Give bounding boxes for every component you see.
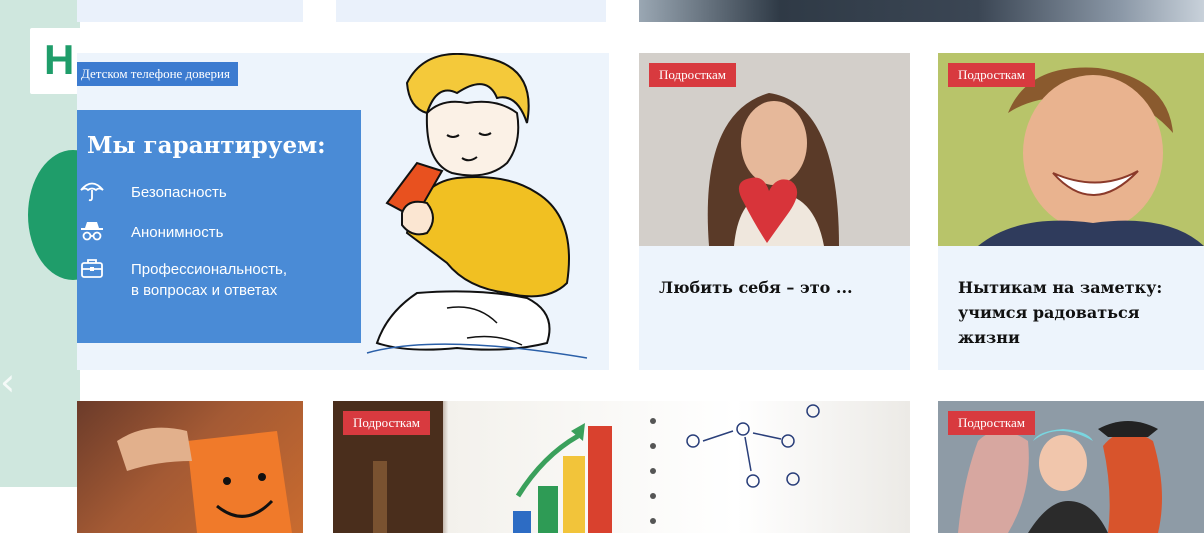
incognito-icon xyxy=(81,222,103,241)
paper-smiley-image xyxy=(117,427,292,533)
briefcase-icon xyxy=(81,259,103,278)
card-partial[interactable] xyxy=(336,0,606,22)
umbrella-icon xyxy=(80,182,104,202)
hero-banner[interactable]: Детском телефоне доверия Мы гарантируем:… xyxy=(77,53,609,370)
guarantee-heading: Мы гарантируем: xyxy=(87,132,326,159)
article-card[interactable]: Подросткам xyxy=(333,401,910,533)
article-card[interactable]: Подросткам xyxy=(938,401,1204,533)
card-image-partial[interactable] xyxy=(639,0,1204,22)
side-banner: Н ‹ xyxy=(0,0,118,487)
page: Н ‹ Детском телефоне доверия Мы гарантир… xyxy=(0,0,1204,533)
boy-with-phone-illustration xyxy=(366,53,588,359)
article-title[interactable]: Любить себя – это ... xyxy=(659,275,894,300)
category-badge[interactable]: Подросткам xyxy=(948,63,1036,87)
category-badge[interactable]: Подросткам xyxy=(343,411,431,435)
banner-ribbon: Детском телефоне доверия xyxy=(77,62,238,86)
article-card[interactable]: Подросткам Любить себя – это ... xyxy=(639,53,910,370)
article-title[interactable]: Нытикам на заметку: учимся радоваться жи… xyxy=(958,275,1188,350)
article-card[interactable] xyxy=(77,401,303,533)
guarantee-panel: Мы гарантируем: Безопасность Анонимность xyxy=(77,110,361,343)
category-badge[interactable]: Подросткам xyxy=(649,63,737,87)
card-partial[interactable] xyxy=(77,0,303,22)
article-card[interactable]: Подросткам Нытикам на заметку: учимся ра… xyxy=(938,53,1204,370)
chevron-left-icon[interactable]: ‹ xyxy=(0,360,15,404)
category-badge[interactable]: Подросткам xyxy=(948,411,1036,435)
